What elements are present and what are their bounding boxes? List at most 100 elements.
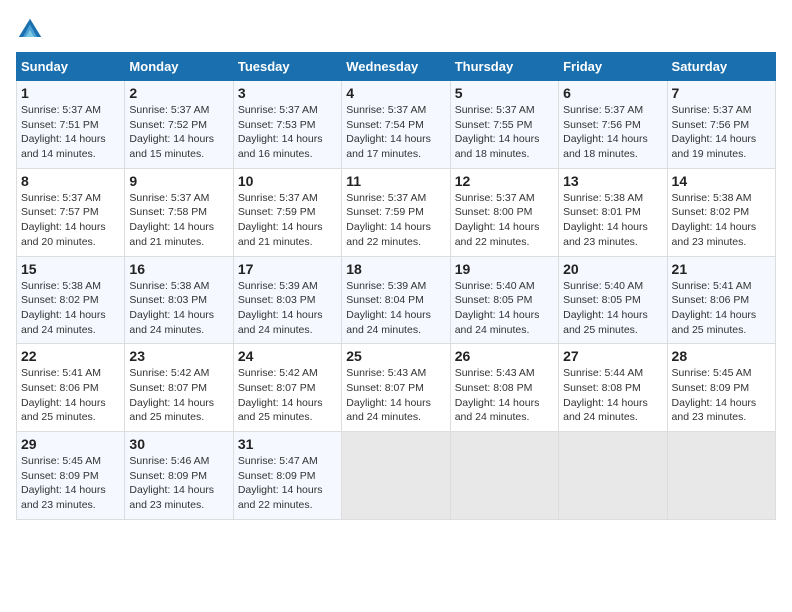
day-cell: 21 Sunrise: 5:41 AM Sunset: 8:06 PM Dayli… xyxy=(667,256,775,344)
header-cell-saturday: Saturday xyxy=(667,53,775,81)
day-number: 1 xyxy=(21,85,120,101)
day-cell: 2 Sunrise: 5:37 AM Sunset: 7:52 PM Daylig… xyxy=(125,81,233,169)
day-number: 17 xyxy=(238,261,337,277)
day-cell: 23 Sunrise: 5:42 AM Sunset: 8:07 PM Dayli… xyxy=(125,344,233,432)
day-number: 6 xyxy=(563,85,662,101)
day-detail: Sunrise: 5:40 AM Sunset: 8:05 PM Dayligh… xyxy=(563,279,662,338)
header-cell-sunday: Sunday xyxy=(17,53,125,81)
day-cell: 26 Sunrise: 5:43 AM Sunset: 8:08 PM Dayli… xyxy=(450,344,558,432)
day-detail: Sunrise: 5:38 AM Sunset: 8:03 PM Dayligh… xyxy=(129,279,228,338)
day-number: 28 xyxy=(672,348,771,364)
day-number: 20 xyxy=(563,261,662,277)
week-row-3: 15 Sunrise: 5:38 AM Sunset: 8:02 PM Dayli… xyxy=(17,256,776,344)
day-detail: Sunrise: 5:40 AM Sunset: 8:05 PM Dayligh… xyxy=(455,279,554,338)
day-cell: 30 Sunrise: 5:46 AM Sunset: 8:09 PM Dayli… xyxy=(125,432,233,520)
day-number: 11 xyxy=(346,173,445,189)
day-number: 22 xyxy=(21,348,120,364)
week-row-2: 8 Sunrise: 5:37 AM Sunset: 7:57 PM Daylig… xyxy=(17,168,776,256)
day-detail: Sunrise: 5:37 AM Sunset: 7:56 PM Dayligh… xyxy=(563,103,662,162)
day-detail: Sunrise: 5:37 AM Sunset: 7:58 PM Dayligh… xyxy=(129,191,228,250)
day-number: 19 xyxy=(455,261,554,277)
day-number: 4 xyxy=(346,85,445,101)
day-number: 14 xyxy=(672,173,771,189)
day-detail: Sunrise: 5:43 AM Sunset: 8:07 PM Dayligh… xyxy=(346,366,445,425)
day-detail: Sunrise: 5:37 AM Sunset: 7:53 PM Dayligh… xyxy=(238,103,337,162)
day-cell: 3 Sunrise: 5:37 AM Sunset: 7:53 PM Daylig… xyxy=(233,81,341,169)
day-cell: 15 Sunrise: 5:38 AM Sunset: 8:02 PM Dayli… xyxy=(17,256,125,344)
day-number: 3 xyxy=(238,85,337,101)
day-number: 26 xyxy=(455,348,554,364)
day-detail: Sunrise: 5:38 AM Sunset: 8:02 PM Dayligh… xyxy=(21,279,120,338)
header-row: SundayMondayTuesdayWednesdayThursdayFrid… xyxy=(17,53,776,81)
day-detail: Sunrise: 5:39 AM Sunset: 8:03 PM Dayligh… xyxy=(238,279,337,338)
day-cell xyxy=(450,432,558,520)
header-cell-friday: Friday xyxy=(559,53,667,81)
day-cell: 29 Sunrise: 5:45 AM Sunset: 8:09 PM Dayli… xyxy=(17,432,125,520)
header-cell-wednesday: Wednesday xyxy=(342,53,450,81)
day-cell: 5Sunrise: 5:37 AM Sunset: 7:55 PM Daylig… xyxy=(450,81,558,169)
day-cell: 10 Sunrise: 5:37 AM Sunset: 7:59 PM Dayli… xyxy=(233,168,341,256)
day-detail: Sunrise: 5:42 AM Sunset: 8:07 PM Dayligh… xyxy=(238,366,337,425)
day-cell: 13 Sunrise: 5:38 AM Sunset: 8:01 PM Dayli… xyxy=(559,168,667,256)
day-cell: 11Sunrise: 5:37 AM Sunset: 7:59 PM Dayli… xyxy=(342,168,450,256)
day-cell: 1 Sunrise: 5:37 AM Sunset: 7:51 PM Daylig… xyxy=(17,81,125,169)
day-number: 13 xyxy=(563,173,662,189)
day-detail: Sunrise: 5:47 AM Sunset: 8:09 PM Dayligh… xyxy=(238,454,337,513)
day-cell: 24Sunrise: 5:42 AM Sunset: 8:07 PM Dayli… xyxy=(233,344,341,432)
day-detail: Sunrise: 5:37 AM Sunset: 7:52 PM Dayligh… xyxy=(129,103,228,162)
day-number: 31 xyxy=(238,436,337,452)
day-number: 23 xyxy=(129,348,228,364)
day-number: 15 xyxy=(21,261,120,277)
day-number: 2 xyxy=(129,85,228,101)
day-detail: Sunrise: 5:37 AM Sunset: 7:56 PM Dayligh… xyxy=(672,103,771,162)
day-detail: Sunrise: 5:45 AM Sunset: 8:09 PM Dayligh… xyxy=(672,366,771,425)
day-cell: 20 Sunrise: 5:40 AM Sunset: 8:05 PM Dayli… xyxy=(559,256,667,344)
day-detail: Sunrise: 5:37 AM Sunset: 7:55 PM Dayligh… xyxy=(455,103,554,162)
day-cell: 28 Sunrise: 5:45 AM Sunset: 8:09 PM Dayli… xyxy=(667,344,775,432)
header-cell-thursday: Thursday xyxy=(450,53,558,81)
day-number: 29 xyxy=(21,436,120,452)
day-detail: Sunrise: 5:37 AM Sunset: 7:51 PM Dayligh… xyxy=(21,103,120,162)
day-detail: Sunrise: 5:37 AM Sunset: 7:59 PM Dayligh… xyxy=(238,191,337,250)
day-cell: 18Sunrise: 5:39 AM Sunset: 8:04 PM Dayli… xyxy=(342,256,450,344)
day-cell: 17 Sunrise: 5:39 AM Sunset: 8:03 PM Dayli… xyxy=(233,256,341,344)
day-detail: Sunrise: 5:37 AM Sunset: 8:00 PM Dayligh… xyxy=(455,191,554,250)
week-row-4: 22 Sunrise: 5:41 AM Sunset: 8:06 PM Dayli… xyxy=(17,344,776,432)
day-number: 21 xyxy=(672,261,771,277)
header-cell-monday: Monday xyxy=(125,53,233,81)
day-number: 10 xyxy=(238,173,337,189)
day-cell: 19 Sunrise: 5:40 AM Sunset: 8:05 PM Dayli… xyxy=(450,256,558,344)
day-detail: Sunrise: 5:38 AM Sunset: 8:02 PM Dayligh… xyxy=(672,191,771,250)
day-detail: Sunrise: 5:42 AM Sunset: 8:07 PM Dayligh… xyxy=(129,366,228,425)
week-row-1: 1 Sunrise: 5:37 AM Sunset: 7:51 PM Daylig… xyxy=(17,81,776,169)
day-detail: Sunrise: 5:38 AM Sunset: 8:01 PM Dayligh… xyxy=(563,191,662,250)
day-number: 25 xyxy=(346,348,445,364)
day-detail: Sunrise: 5:39 AM Sunset: 8:04 PM Dayligh… xyxy=(346,279,445,338)
day-detail: Sunrise: 5:41 AM Sunset: 8:06 PM Dayligh… xyxy=(672,279,771,338)
header xyxy=(16,16,776,44)
day-detail: Sunrise: 5:37 AM Sunset: 7:57 PM Dayligh… xyxy=(21,191,120,250)
header-cell-tuesday: Tuesday xyxy=(233,53,341,81)
day-cell: 27Sunrise: 5:44 AM Sunset: 8:08 PM Dayli… xyxy=(559,344,667,432)
day-detail: Sunrise: 5:44 AM Sunset: 8:08 PM Dayligh… xyxy=(563,366,662,425)
day-detail: Sunrise: 5:41 AM Sunset: 8:06 PM Dayligh… xyxy=(21,366,120,425)
day-detail: Sunrise: 5:45 AM Sunset: 8:09 PM Dayligh… xyxy=(21,454,120,513)
day-cell: 12 Sunrise: 5:37 AM Sunset: 8:00 PM Dayli… xyxy=(450,168,558,256)
day-cell: 31 Sunrise: 5:47 AM Sunset: 8:09 PM Dayli… xyxy=(233,432,341,520)
logo-icon xyxy=(16,16,44,44)
day-cell: 4Sunrise: 5:37 AM Sunset: 7:54 PM Daylig… xyxy=(342,81,450,169)
day-number: 16 xyxy=(129,261,228,277)
day-number: 8 xyxy=(21,173,120,189)
calendar-table: SundayMondayTuesdayWednesdayThursdayFrid… xyxy=(16,52,776,520)
day-cell: 16 Sunrise: 5:38 AM Sunset: 8:03 PM Dayli… xyxy=(125,256,233,344)
day-number: 30 xyxy=(129,436,228,452)
day-cell xyxy=(667,432,775,520)
logo xyxy=(16,16,48,44)
day-detail: Sunrise: 5:46 AM Sunset: 8:09 PM Dayligh… xyxy=(129,454,228,513)
day-number: 12 xyxy=(455,173,554,189)
week-row-5: 29 Sunrise: 5:45 AM Sunset: 8:09 PM Dayli… xyxy=(17,432,776,520)
day-cell xyxy=(559,432,667,520)
day-detail: Sunrise: 5:43 AM Sunset: 8:08 PM Dayligh… xyxy=(455,366,554,425)
day-number: 9 xyxy=(129,173,228,189)
day-cell: 22 Sunrise: 5:41 AM Sunset: 8:06 PM Dayli… xyxy=(17,344,125,432)
